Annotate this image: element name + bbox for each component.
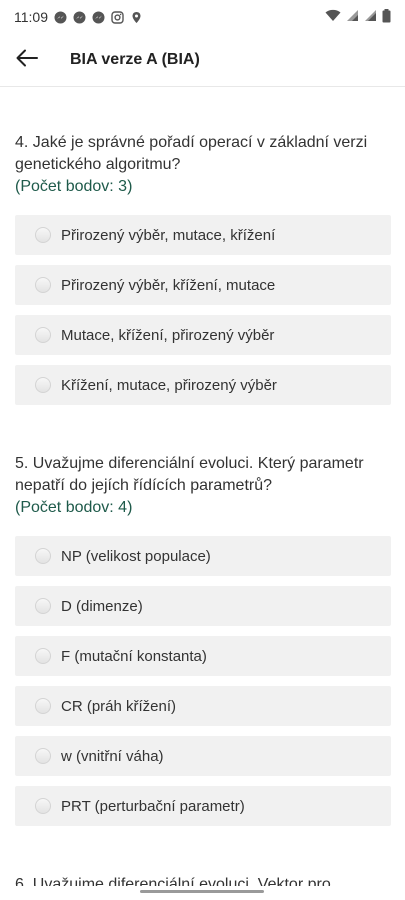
radio-button[interactable] — [35, 698, 51, 714]
radio-button[interactable] — [35, 327, 51, 343]
instagram-icon — [111, 10, 124, 24]
app-bar: BIA verze A (BIA) — [0, 34, 405, 87]
question-text: 5. Uvažujme diferenciální evoluci. Který… — [15, 455, 364, 494]
radio-button[interactable] — [35, 227, 51, 243]
status-bar: 11:09 — [0, 0, 405, 34]
answer-option[interactable]: CR (práh křížení) — [15, 686, 391, 726]
option-label: Přirozený výběr, křížení, mutace — [61, 276, 276, 294]
status-time: 11:09 — [14, 9, 48, 25]
arrow-left-icon — [16, 49, 38, 72]
messenger-icon — [54, 11, 67, 24]
question-points: (Počet bodov: 3) — [15, 178, 133, 195]
option-label: Přirozený výběr, mutace, křížení — [61, 226, 276, 244]
question-6-partial: 6. Uvažujme diferenciální evoluci. Vekto… — [15, 876, 331, 886]
question-points: (Počet bodov: 4) — [15, 499, 133, 516]
page-title: BIA verze A (BIA) — [70, 51, 200, 68]
messenger-icon — [92, 11, 105, 24]
messenger-icon — [73, 11, 86, 24]
answer-option[interactable]: w (vnitřní váha) — [15, 736, 391, 776]
radio-button[interactable] — [35, 648, 51, 664]
radio-button[interactable] — [35, 798, 51, 814]
option-label: CR (práh křížení) — [61, 697, 177, 715]
option-label: NP (velikost populace) — [61, 547, 211, 565]
answer-option[interactable]: NP (velikost populace) — [15, 536, 391, 576]
signal-r-icon — [364, 9, 377, 25]
answer-option[interactable]: D (dimenze) — [15, 586, 391, 626]
option-label: Křížení, mutace, přirozený výběr — [61, 376, 277, 394]
signal-icon — [346, 9, 359, 25]
option-label: PRT (perturbační parametr) — [61, 797, 245, 815]
location-icon — [130, 11, 143, 24]
option-label: Mutace, křížení, přirozený výběr — [61, 326, 275, 344]
back-button[interactable] — [0, 34, 54, 86]
answer-option[interactable]: F (mutační konstanta) — [15, 636, 391, 676]
gesture-bar — [0, 886, 405, 900]
radio-button[interactable] — [35, 748, 51, 764]
answer-option[interactable]: PRT (perturbační parametr) — [15, 786, 391, 826]
radio-button[interactable] — [35, 277, 51, 293]
question-5: 5. Uvažujme diferenciální evoluci. Který… — [15, 453, 395, 519]
option-label: w (vnitřní váha) — [61, 747, 164, 765]
form-content[interactable]: 4. Jaké je správné pořadí operací v zákl… — [0, 86, 405, 886]
radio-button[interactable] — [35, 548, 51, 564]
question-4: 4. Jaké je správné pořadí operací v zákl… — [15, 132, 395, 198]
home-indicator[interactable] — [140, 890, 264, 893]
option-label: D (dimenze) — [61, 597, 143, 615]
status-right — [325, 8, 391, 26]
battery-icon — [382, 8, 391, 26]
radio-button[interactable] — [35, 377, 51, 393]
answer-option[interactable]: Přirozený výběr, mutace, křížení — [15, 215, 391, 255]
answer-option[interactable]: Mutace, křížení, přirozený výběr — [15, 315, 391, 355]
wifi-icon — [325, 9, 341, 25]
question-text: 4. Jaké je správné pořadí operací v zákl… — [15, 134, 368, 173]
answer-option[interactable]: Křížení, mutace, přirozený výběr — [15, 365, 391, 405]
radio-button[interactable] — [35, 598, 51, 614]
option-label: F (mutační konstanta) — [61, 647, 207, 665]
answer-option[interactable]: Přirozený výběr, křížení, mutace — [15, 265, 391, 305]
status-left: 11:09 — [14, 9, 143, 25]
